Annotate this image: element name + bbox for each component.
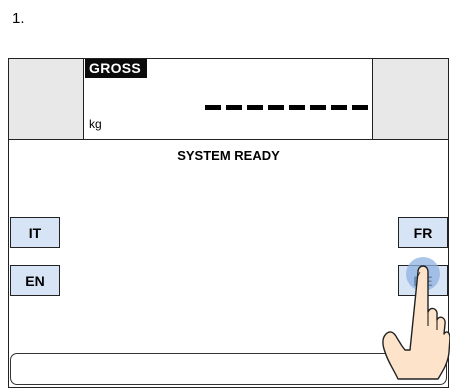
language-button-fr[interactable]: FR <box>398 217 448 248</box>
language-button-en[interactable]: EN <box>10 265 60 296</box>
header-right-softkey[interactable] <box>372 59 448 139</box>
pointing-hand-icon <box>382 257 450 380</box>
gross-mode-label: GROSS <box>85 59 148 78</box>
header-left-softkey[interactable] <box>9 59 84 139</box>
weight-display <box>205 94 371 120</box>
hand-outline <box>382 265 450 380</box>
weight-header: GROSS kg <box>9 59 448 140</box>
system-status-text: SYSTEM READY <box>177 148 280 163</box>
weight-unit-label: kg <box>89 117 102 131</box>
language-button-it[interactable]: IT <box>10 217 60 248</box>
weight-dashes <box>205 105 368 110</box>
step-number: 1. <box>12 10 25 27</box>
